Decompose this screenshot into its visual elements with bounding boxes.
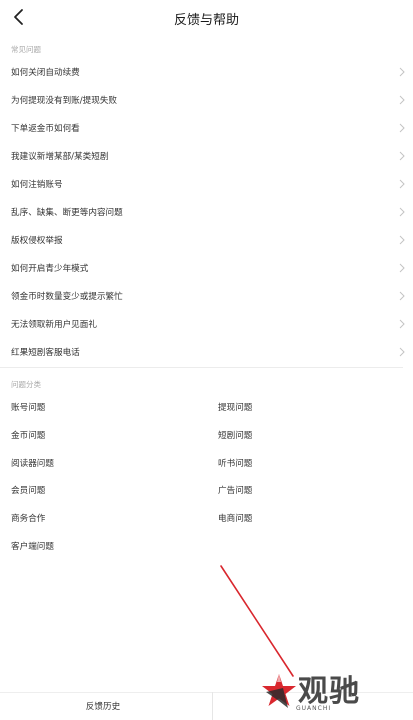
faq-item-content-issues[interactable]: 乱序、缺集、断更等内容问题	[0, 198, 413, 226]
faq-item-teen-mode[interactable]: 如何开启青少年模式	[0, 254, 413, 282]
faq-item-label: 如何注销账号	[11, 180, 63, 190]
chevron-right-icon	[399, 123, 405, 133]
category-membership[interactable]: 会员问题	[11, 484, 45, 496]
chevron-right-icon	[399, 67, 405, 77]
category-account[interactable]: 账号问题	[11, 401, 45, 413]
category-reader[interactable]: 阅读器问题	[11, 457, 54, 469]
faq-item-label: 我建议新增某部/某类短剧	[11, 152, 109, 162]
category-ads[interactable]: 广告问题	[218, 484, 252, 496]
category-audiobook[interactable]: 听书问题	[218, 457, 252, 469]
faq-item-label: 为何提现没有到账/提现失败	[11, 96, 118, 106]
watermark-sub: GUANCHI	[296, 705, 332, 712]
chevron-right-icon	[399, 151, 405, 161]
faq-list: 如何关闭自动续费 为何提现没有到账/提现失败 下单返金币如何看 我建议新增某部/…	[0, 58, 413, 366]
faq-item-label: 乱序、缺集、断更等内容问题	[11, 208, 123, 218]
feedback-history-button[interactable]: 反馈历史	[0, 700, 206, 712]
faq-item-label: 下单返金币如何看	[11, 124, 80, 134]
chevron-right-icon	[399, 291, 405, 301]
faq-item-coins-busy[interactable]: 领金币时数量变少或提示繁忙	[0, 282, 413, 310]
watermark-logo: 观驰 GUANCHI	[258, 668, 376, 718]
chevron-right-icon	[399, 95, 405, 105]
chevron-right-icon	[399, 347, 405, 357]
faq-item-new-user-gift[interactable]: 无法领取新用户见面礼	[0, 310, 413, 338]
category-coins[interactable]: 金币问题	[11, 429, 45, 441]
faq-item-withdraw-failed[interactable]: 为何提现没有到账/提现失败	[0, 86, 413, 114]
category-client[interactable]: 客户端问题	[11, 540, 54, 552]
category-drama[interactable]: 短剧问题	[218, 429, 252, 441]
page-title: 反馈与帮助	[173, 13, 239, 28]
faq-item-label: 无法领取新用户见面礼	[11, 320, 97, 330]
faq-item-label: 版权侵权举报	[11, 236, 63, 246]
faq-item-cancel-autorenew[interactable]: 如何关闭自动续费	[0, 58, 413, 86]
category-section-label: 问题分类	[11, 380, 41, 389]
faq-item-label: 领金币时数量变少或提示繁忙	[11, 292, 123, 302]
category-business[interactable]: 商务合作	[11, 512, 45, 524]
chevron-right-icon	[399, 235, 405, 245]
section-divider	[0, 367, 403, 368]
star-logo-icon	[262, 674, 296, 708]
faq-item-copyright-report[interactable]: 版权侵权举报	[0, 226, 413, 254]
chevron-right-icon	[399, 319, 405, 329]
category-withdraw[interactable]: 提现问题	[218, 401, 252, 413]
faq-item-label: 如何开启青少年模式	[11, 264, 89, 274]
category-ecommerce[interactable]: 电商问题	[218, 512, 252, 524]
faq-item-label: 如何关闭自动续费	[11, 68, 80, 78]
faq-section-label: 常见问题	[11, 45, 41, 54]
faq-item-label: 红果短剧客服电话	[11, 348, 80, 358]
chevron-right-icon	[399, 263, 405, 273]
watermark-name: 观驰	[298, 674, 360, 709]
faq-item-customer-service-phone[interactable]: 红果短剧客服电话	[0, 338, 413, 366]
bottom-bar-divider	[212, 692, 213, 720]
chevron-right-icon	[399, 179, 405, 189]
header: 反馈与帮助	[0, 0, 413, 36]
faq-item-delete-account[interactable]: 如何注销账号	[0, 170, 413, 198]
faq-item-suggest-drama[interactable]: 我建议新增某部/某类短剧	[0, 142, 413, 170]
chevron-right-icon	[399, 207, 405, 217]
faq-item-order-coins[interactable]: 下单返金币如何看	[0, 114, 413, 142]
feedback-help-page: 反馈与帮助 常见问题 如何关闭自动续费 为何提现没有到账/提现失败 下单返金币如…	[0, 0, 413, 720]
